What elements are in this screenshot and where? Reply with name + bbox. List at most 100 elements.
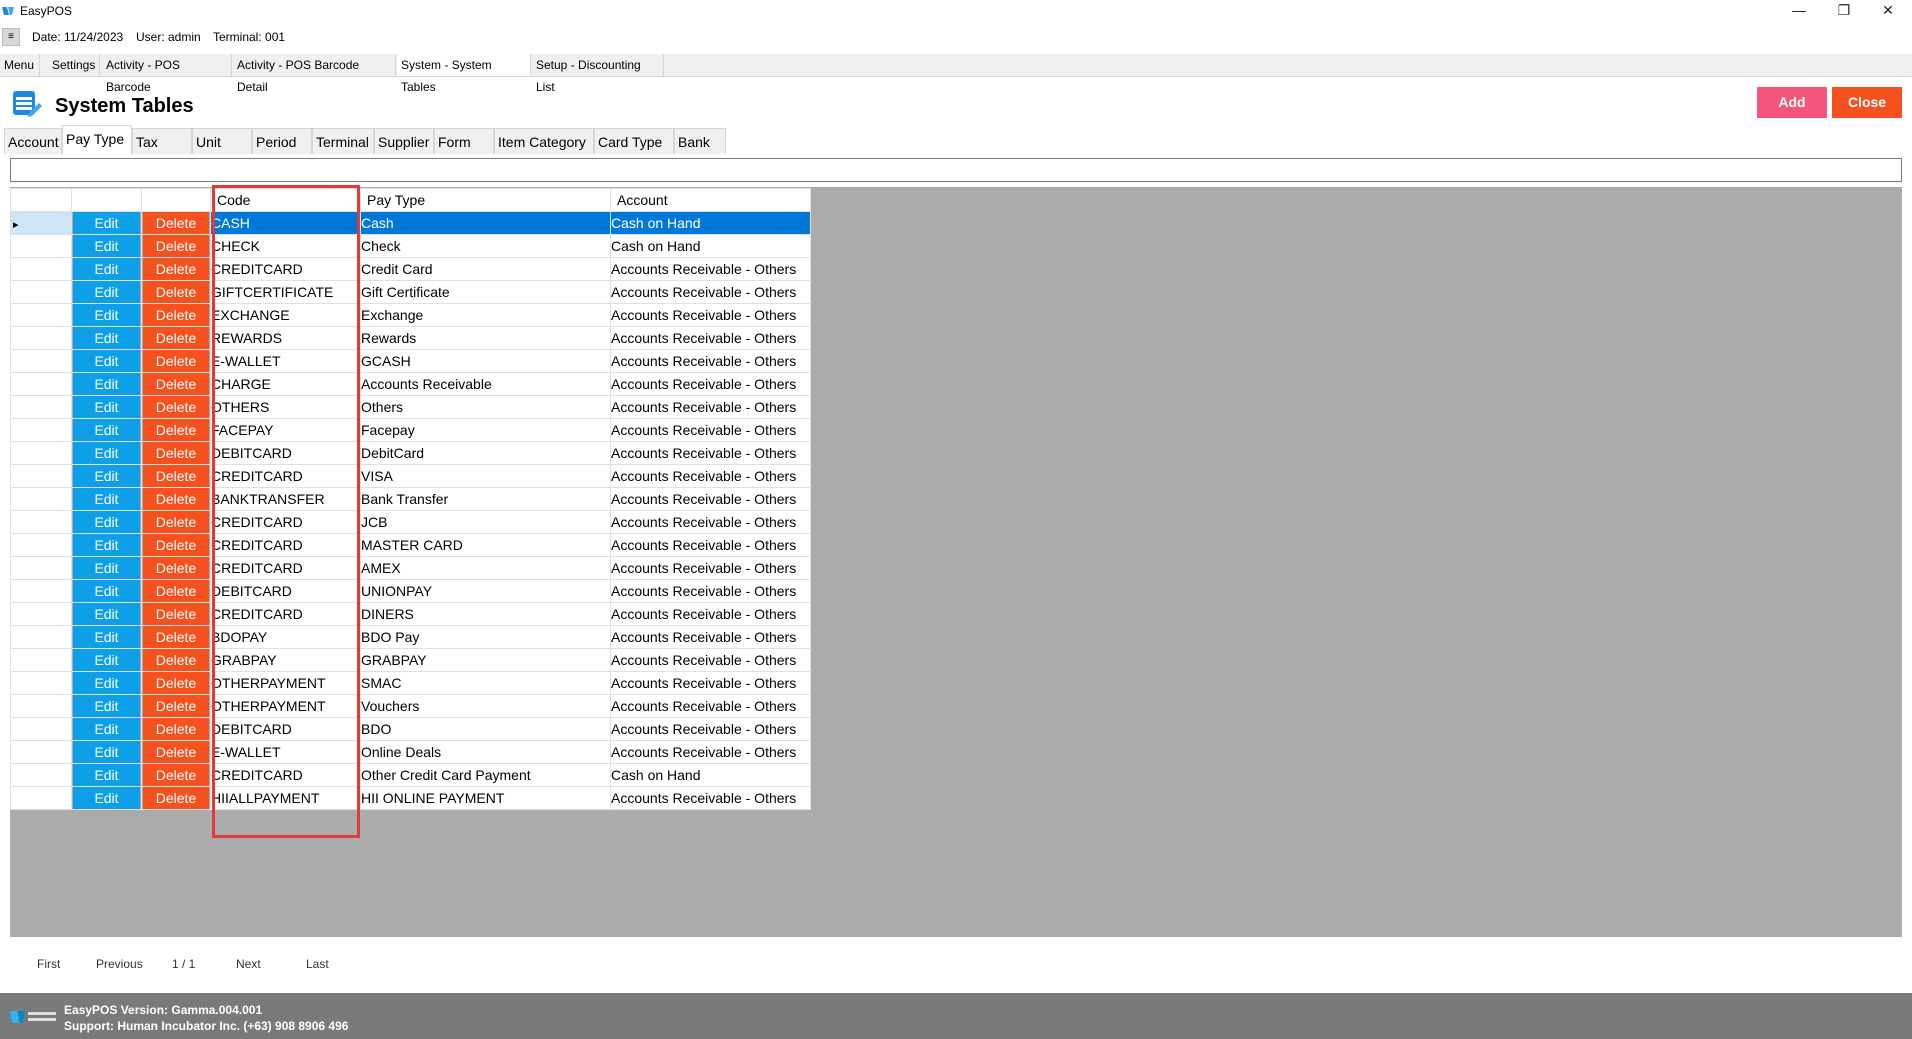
delete-button[interactable]: Delete [143, 465, 209, 487]
edit-button[interactable]: Edit [73, 327, 140, 349]
table-row[interactable]: Edit Delete E-WALLET Online Deals Accounts R… [10, 740, 811, 764]
row-header[interactable] [10, 602, 72, 626]
row-header[interactable] [10, 234, 72, 258]
account-cell[interactable]: Accounts Receivable - Others [610, 303, 811, 327]
edit-button[interactable]: Edit [73, 419, 140, 441]
edit-button[interactable]: Edit [73, 741, 140, 763]
window-close-button[interactable]: ✕ [1864, 0, 1912, 22]
account-cell[interactable]: Accounts Receivable - Others [610, 510, 811, 534]
code-cell[interactable]: BDOPAY [210, 625, 361, 649]
delete-button[interactable]: Delete [143, 281, 209, 303]
pay-type-cell[interactable]: Vouchers [360, 694, 611, 718]
delete-button[interactable]: Delete [143, 350, 209, 372]
delete-button[interactable]: Delete [143, 258, 209, 280]
edit-button[interactable]: Edit [73, 695, 140, 717]
row-header[interactable] [10, 740, 72, 764]
delete-button[interactable]: Delete [143, 580, 209, 602]
account-cell[interactable]: Accounts Receivable - Others [610, 740, 811, 764]
edit-button[interactable]: Edit [73, 396, 140, 418]
pay-type-cell[interactable]: JCB [360, 510, 611, 534]
code-cell[interactable]: OTHERPAYMENT [210, 694, 361, 718]
pay-type-cell[interactable]: Online Deals [360, 740, 611, 764]
code-cell[interactable]: CREDITCARD [210, 257, 361, 281]
code-cell[interactable]: E-WALLET [210, 740, 361, 764]
menu-toggle-button[interactable]: ≡ [2, 28, 20, 46]
first-page-button[interactable]: First [37, 957, 60, 971]
edit-button[interactable]: Edit [73, 304, 140, 326]
table-row[interactable]: Edit Delete BANKTRANSFER Bank Transfer Accou… [10, 487, 811, 511]
code-cell[interactable]: CHARGE [210, 372, 361, 396]
pay-type-cell[interactable]: Cash [360, 211, 611, 235]
edit-button[interactable]: Edit [73, 603, 140, 625]
row-header[interactable] [10, 487, 72, 511]
code-cell[interactable]: CREDITCARD [210, 510, 361, 534]
account-cell[interactable]: Accounts Receivable - Others [610, 257, 811, 281]
row-header[interactable] [10, 441, 72, 465]
table-row[interactable]: Edit Delete OTHERPAYMENT SMAC Accounts Recei… [10, 671, 811, 695]
delete-button[interactable]: Delete [143, 235, 209, 257]
minimize-button[interactable]: — [1775, 0, 1823, 22]
tab-activity-pos-barcode-detail[interactable]: Activity - POS Barcode Detail [233, 54, 396, 94]
subtab-form[interactable]: Form [434, 128, 494, 154]
table-row[interactable]: Edit Delete CHECK Check Cash on Hand [10, 234, 811, 258]
delete-button[interactable]: Delete [143, 488, 209, 510]
pay-type-cell[interactable]: Rewards [360, 326, 611, 350]
row-header[interactable] [10, 418, 72, 442]
delete-button[interactable]: Delete [143, 396, 209, 418]
row-header[interactable] [10, 395, 72, 419]
edit-button[interactable]: Edit [73, 511, 140, 533]
tab-menu[interactable]: Menu [0, 54, 40, 76]
pay-type-cell[interactable]: VISA [360, 464, 611, 488]
pay-type-cell[interactable]: Other Credit Card Payment [360, 763, 611, 787]
table-row[interactable]: Edit Delete GRABPAY GRABPAY Accounts Receiva… [10, 648, 811, 672]
row-header[interactable] [10, 510, 72, 534]
row-header[interactable] [10, 579, 72, 603]
add-button[interactable]: Add [1757, 87, 1827, 118]
subtab-pay-type[interactable]: Pay Type [62, 125, 132, 154]
code-cell[interactable]: CREDITCARD [210, 464, 361, 488]
tab-setup-discounting-list[interactable]: Setup - Discounting List [532, 54, 664, 94]
row-header[interactable] [10, 533, 72, 557]
delete-button[interactable]: Delete [143, 373, 209, 395]
edit-button[interactable]: Edit [73, 764, 140, 786]
row-header[interactable] [10, 280, 72, 304]
delete-button[interactable]: Delete [143, 557, 209, 579]
row-header[interactable] [10, 349, 72, 373]
delete-button[interactable]: Delete [143, 511, 209, 533]
delete-button[interactable]: Delete [143, 764, 209, 786]
delete-button[interactable]: Delete [143, 534, 209, 556]
account-cell[interactable]: Accounts Receivable - Others [610, 441, 811, 465]
code-cell[interactable]: OTHERPAYMENT [210, 671, 361, 695]
row-header[interactable] [10, 372, 72, 396]
delete-button[interactable]: Delete [143, 787, 209, 809]
pay-type-cell[interactable]: MASTER CARD [360, 533, 611, 557]
account-cell[interactable]: Accounts Receivable - Others [610, 625, 811, 649]
table-row[interactable]: Edit Delete CREDITCARD MASTER CARD Accounts … [10, 533, 811, 557]
account-cell[interactable]: Accounts Receivable - Others [610, 556, 811, 580]
delete-button[interactable]: Delete [143, 419, 209, 441]
table-row[interactable]: Edit Delete DEBITCARD DebitCard Accounts Rec… [10, 441, 811, 465]
code-cell[interactable]: CREDITCARD [210, 556, 361, 580]
account-cell[interactable]: Accounts Receivable - Others [610, 349, 811, 373]
account-cell[interactable]: Cash on Hand [610, 211, 811, 235]
row-header[interactable] [10, 648, 72, 672]
subtab-account[interactable]: Account [4, 128, 62, 154]
pay-type-cell[interactable]: UNIONPAY [360, 579, 611, 603]
edit-button[interactable]: Edit [73, 258, 140, 280]
account-column-header[interactable]: Account [610, 188, 811, 212]
row-header[interactable]: ▸ [10, 211, 72, 235]
table-row[interactable]: ▸ Edit Delete CASH Cash Cash on Hand [10, 211, 811, 235]
edit-button[interactable]: Edit [73, 626, 140, 648]
pay-type-cell[interactable]: BDO Pay [360, 625, 611, 649]
delete-button[interactable]: Delete [143, 718, 209, 740]
delete-button[interactable]: Delete [143, 626, 209, 648]
pay-type-cell[interactable]: DebitCard [360, 441, 611, 465]
account-cell[interactable]: Accounts Receivable - Others [610, 372, 811, 396]
table-row[interactable]: Edit Delete CREDITCARD AMEX Accounts Receiva… [10, 556, 811, 580]
pay-type-cell[interactable]: Others [360, 395, 611, 419]
subtab-unit[interactable]: Unit [192, 128, 252, 154]
account-cell[interactable]: Accounts Receivable - Others [610, 786, 811, 810]
pay-type-cell[interactable]: Facepay [360, 418, 611, 442]
subtab-terminal[interactable]: Terminal [312, 128, 374, 154]
edit-button[interactable]: Edit [73, 557, 140, 579]
